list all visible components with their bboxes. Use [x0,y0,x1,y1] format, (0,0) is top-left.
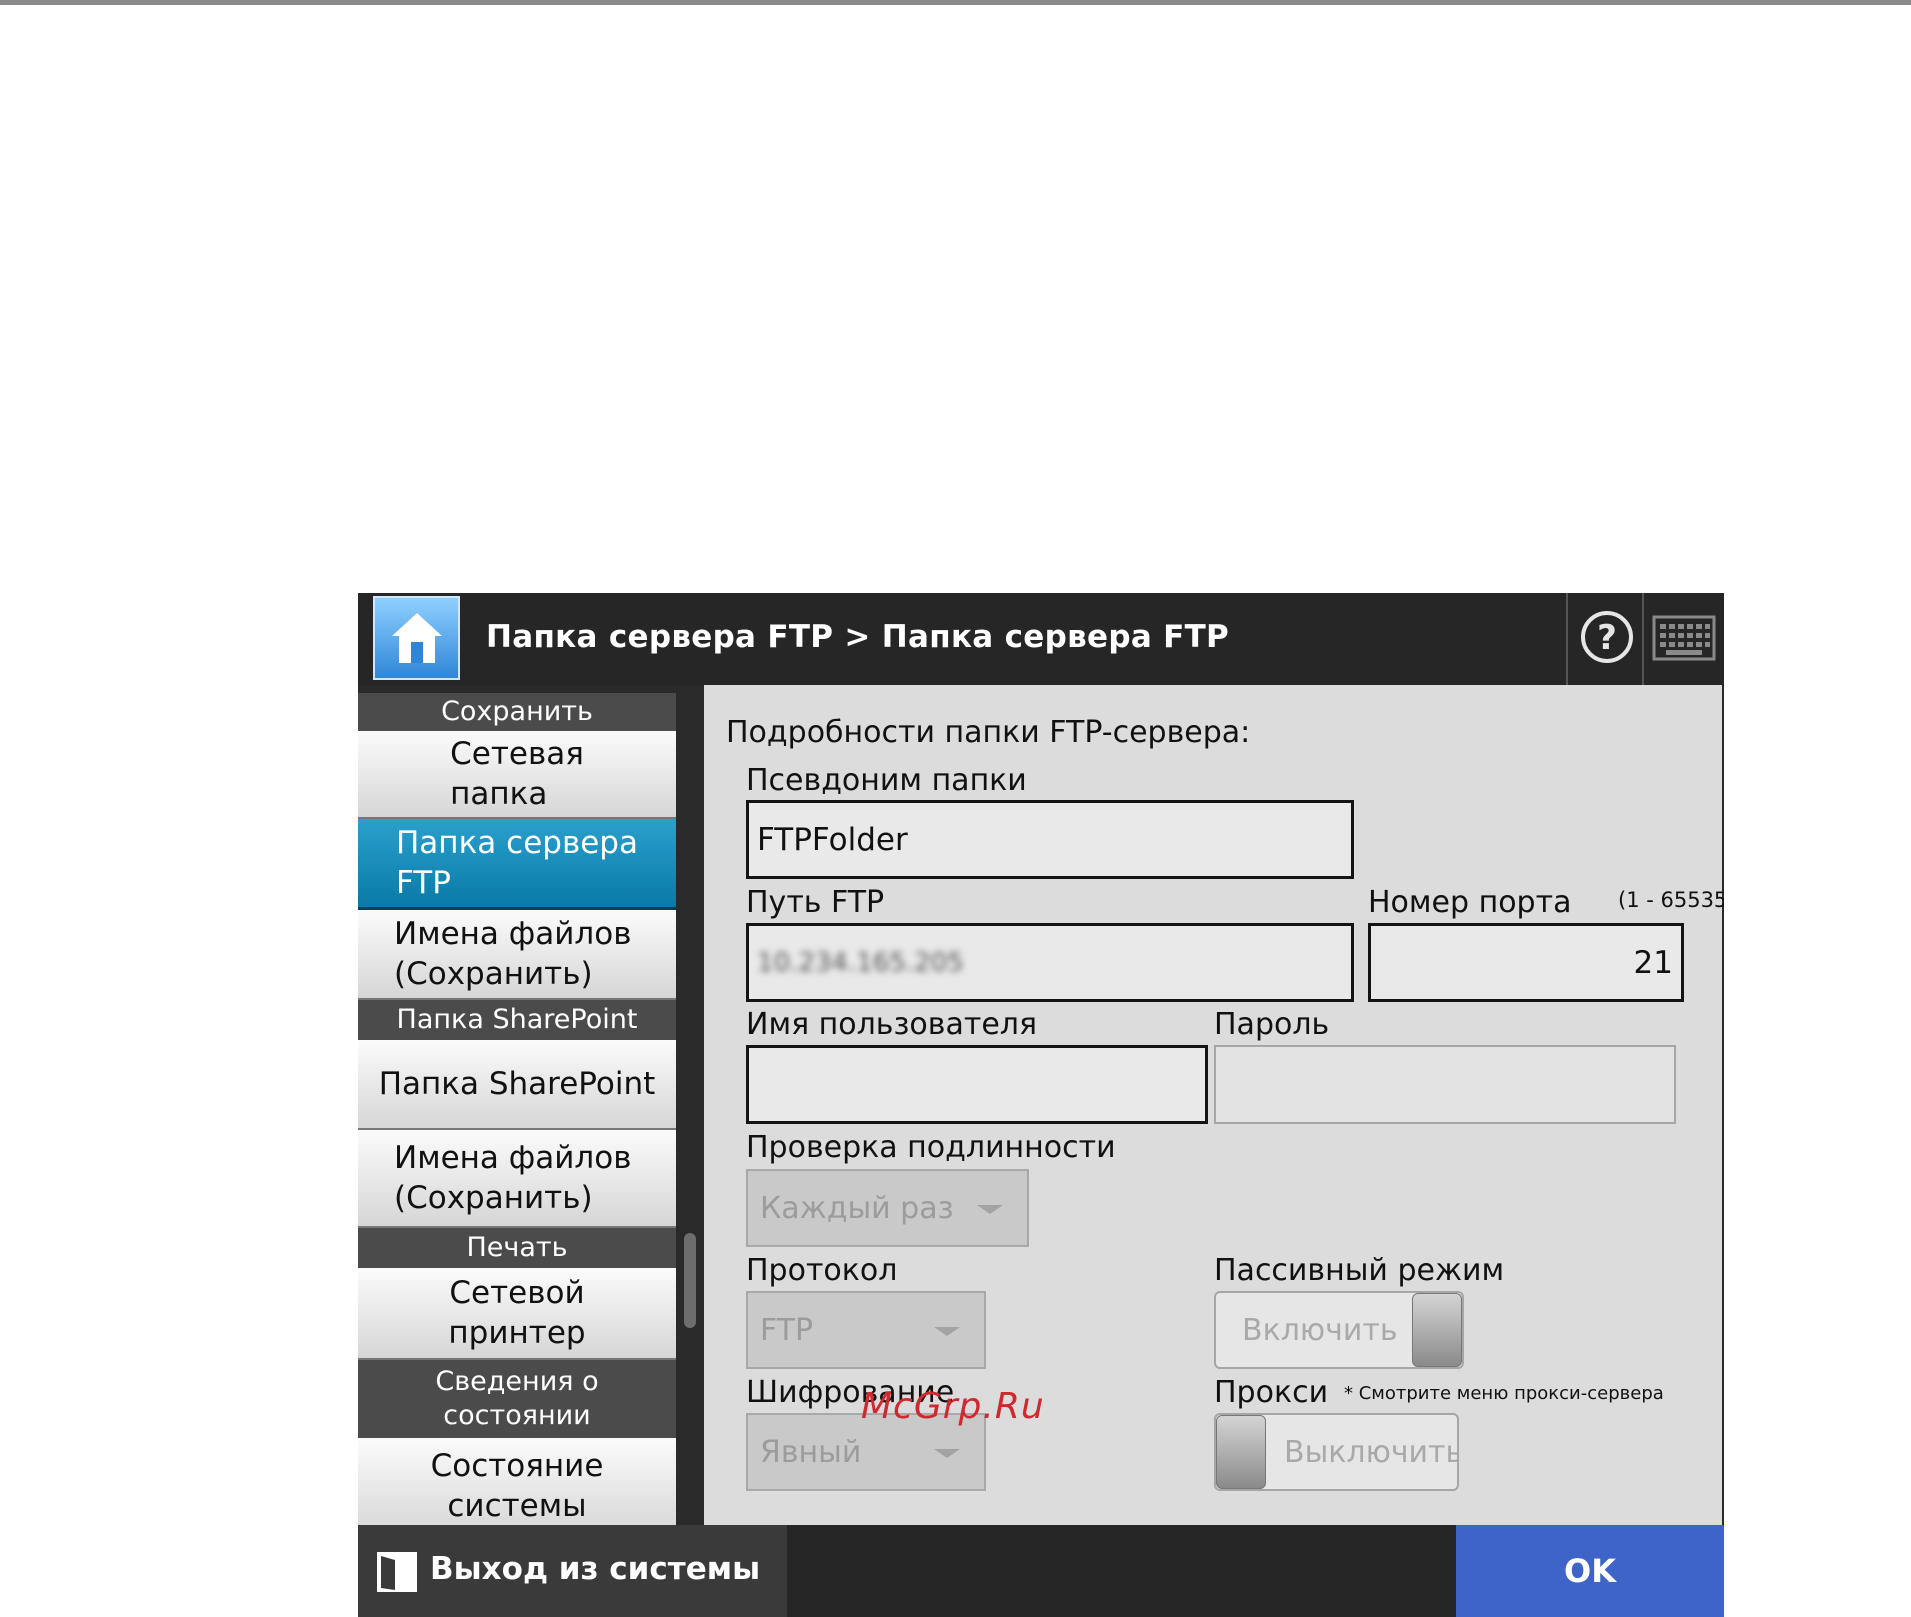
proxy-state: Выключить [1284,1434,1459,1470]
sidebar-section-sharepoint: Папка SharePoint [358,1000,676,1040]
header-divider [1566,593,1568,685]
header-bar: Папка сервера FTP > Папка сервера FTP ? [358,593,1724,685]
auth-dropdown[interactable]: Каждый раз [746,1169,1029,1247]
passive-mode-label: Пассивный режим [1214,1253,1505,1288]
header-divider [1642,593,1644,685]
sidebar-item-sharepoint-folder[interactable]: Папка SharePoint [358,1040,676,1130]
dropdown-caret-icon [934,1327,960,1336]
folder-alias-input[interactable]: FTPFolder [746,800,1354,879]
form-heading: Подробности папки FTP-сервера: [726,715,1251,750]
protocol-dropdown[interactable]: FTP [746,1291,986,1369]
passive-mode-toggle[interactable]: Включить [1214,1291,1464,1369]
home-button[interactable] [373,596,460,680]
footer-bar: Выход из системы OK [358,1525,1724,1617]
keyboard-button[interactable] [1646,593,1724,685]
encryption-value: Явный [760,1434,862,1470]
proxy-toggle[interactable]: Выключить [1214,1413,1459,1491]
home-icon [392,613,442,663]
sidebar-scrollbar[interactable] [676,685,704,1525]
toggle-knob[interactable] [1216,1415,1266,1489]
username-label: Имя пользователя [746,1007,1038,1042]
sidebar-item-ftp-folder[interactable]: Папка сервера FTP [358,819,676,910]
protocol-value: FTP [760,1312,814,1348]
sidebar: Сохранить Сетевая папка Папка сервера FT… [358,685,676,1525]
sidebar-section-print: Печать [358,1228,676,1268]
sidebar-item-file-names-save[interactable]: Имена файлов (Сохранить) [358,910,676,1000]
ftp-path-label: Путь FTP [746,885,885,920]
sidebar-section-save: Сохранить [358,693,676,731]
folder-alias-label: Псевдоним папки [746,763,1027,798]
protocol-label: Протокол [746,1253,898,1288]
dropdown-caret-icon [934,1449,960,1458]
sidebar-item-label: Имена файлов (Сохранить) [394,916,632,992]
password-label: Пароль [1214,1007,1330,1042]
sidebar-item-label: Состояние системы [430,1448,604,1524]
proxy-note: * Смотрите меню прокси-сервера [1344,1383,1664,1404]
logout-icon [377,1552,417,1592]
sidebar-item-system-status[interactable]: Состояние системы [358,1438,676,1525]
logout-button[interactable]: Выход из системы [358,1525,787,1617]
port-range-hint: (1 - 65535) [1618,888,1724,912]
auth-label: Проверка подлинности [746,1130,1116,1165]
sidebar-item-file-names-save-2[interactable]: Имена файлов (Сохранить) [358,1130,676,1228]
sidebar-item-network-printer[interactable]: Сетевой принтер [358,1268,676,1360]
scanner-panel: Папка сервера FTP > Папка сервера FTP ? [358,593,1724,1617]
ftp-path-value: 10.234.165.205 [757,947,964,978]
sidebar-item-label: Сетевая папка [450,736,584,812]
sidebar-scroll-thumb[interactable] [684,1233,696,1328]
passive-mode-state: Включить [1242,1312,1398,1348]
sidebar-item-label: Папка SharePoint [378,1066,656,1102]
ftp-path-input[interactable]: 10.234.165.205 [746,923,1354,1002]
logout-label: Выход из системы [430,1551,761,1587]
proxy-label: Прокси [1214,1375,1329,1410]
auth-value: Каждый раз [760,1190,954,1226]
svg-text:?: ? [1597,618,1617,658]
help-icon: ? [1581,611,1633,663]
ok-button[interactable]: OK [1456,1525,1724,1617]
sidebar-item-network-folder[interactable]: Сетевая папка [358,731,676,819]
ftp-settings-panel: Подробности папки FTP-сервера: Псевдоним… [704,685,1724,1525]
top-border-line [0,0,1911,5]
watermark-text: McGrp.Ru [861,1386,1045,1427]
username-input[interactable] [746,1045,1208,1124]
port-label: Номер порта [1368,885,1572,920]
sidebar-item-label: Сетевой принтер [448,1275,586,1351]
toggle-knob[interactable] [1412,1293,1462,1367]
help-button[interactable]: ? [1570,593,1642,685]
page-title: Папка сервера FTP > Папка сервера FTP [486,619,1230,655]
dropdown-caret-icon [977,1205,1003,1214]
sidebar-item-label: Имена файлов (Сохранить) [394,1140,632,1216]
sidebar-section-status: Сведения о состоянии [358,1360,676,1438]
keyboard-icon [1652,615,1716,661]
port-input[interactable]: 21 [1368,923,1684,1002]
password-input[interactable] [1214,1045,1676,1124]
sidebar-item-label: Папка сервера FTP [396,825,638,901]
